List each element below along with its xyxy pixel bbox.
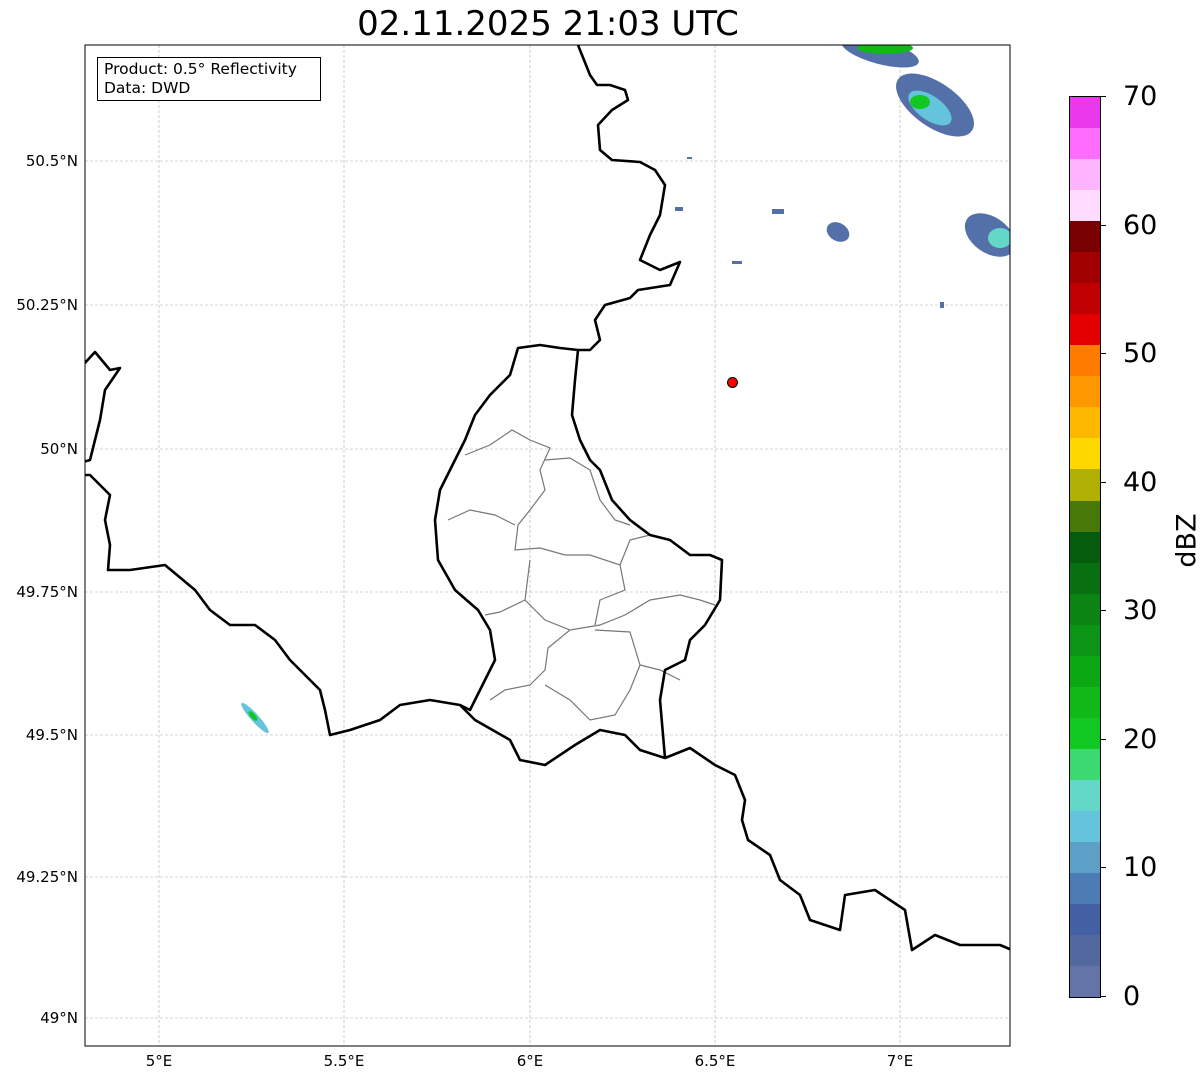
colorbar-bin (1070, 655, 1100, 687)
lon-tick: 6.5°E (694, 1052, 736, 1070)
colorbar-bin (1070, 128, 1100, 160)
colorbar-bin (1070, 97, 1100, 129)
colorbar-tick-label: 0 (1123, 981, 1141, 1012)
colorbar-tick-label: 20 (1123, 723, 1158, 755)
colorbar-bin (1070, 469, 1100, 501)
country-borders (85, 45, 1010, 952)
colorbar-bin (1070, 965, 1100, 997)
colorbar-tick-label: 70 (1123, 81, 1158, 112)
colorbar-tick (1100, 481, 1106, 483)
lon-tick: 5.5°E (323, 1052, 365, 1070)
colorbar-bin (1070, 345, 1100, 377)
site-marker[interactable] (727, 376, 738, 388)
lat-tick: 49.5°N (25, 726, 78, 744)
colorbar-bin (1070, 500, 1100, 532)
colorbar-bin (1070, 779, 1100, 811)
colorbar-tick (1100, 353, 1106, 355)
colorbar-bin (1070, 407, 1100, 439)
colorbar-bin (1070, 717, 1100, 749)
lon-tick: 7°E (886, 1052, 914, 1070)
colorbar-label: dBZ (1171, 513, 1202, 568)
colorbar-tick (1100, 996, 1106, 997)
colorbar-bin (1070, 624, 1100, 656)
colorbar-bin (1070, 810, 1100, 842)
colorbar-tick (1100, 738, 1106, 740)
colorbar-tick (1100, 224, 1106, 226)
colorbar-bin (1070, 283, 1100, 315)
colorbar-bin (1070, 593, 1100, 625)
colorbar-tick-label: 40 (1123, 466, 1158, 498)
gridlines (85, 45, 1010, 1046)
colorbar-bin (1070, 531, 1100, 563)
colorbar-bin (1070, 190, 1100, 222)
lat-tick: 50°N (40, 440, 78, 458)
colorbar-tick (1100, 867, 1106, 869)
colorbar-bin (1070, 872, 1100, 904)
colorbar-bin (1070, 748, 1100, 780)
colorbar-tick-label: 50 (1123, 338, 1158, 370)
radar-map[interactable] (0, 0, 1202, 1081)
map-frame (84, 44, 1011, 1047)
product-label: Product: 0.5° Reflectivity (104, 60, 297, 78)
colorbar-bin (1070, 841, 1100, 873)
colorbar-tick-label: 10 (1123, 852, 1158, 884)
data-source-label: Data: DWD (104, 79, 191, 97)
lat-tick: 50.25°N (16, 296, 78, 314)
lat-tick: 49.75°N (16, 583, 78, 601)
colorbar-tick (1100, 96, 1106, 97)
lon-tick: 6°E (516, 1052, 544, 1070)
colorbar-tick-label: 30 (1123, 595, 1158, 627)
lat-tick: 50.5°N (25, 152, 78, 170)
colorbar (1069, 96, 1101, 998)
colorbar-bin (1070, 159, 1100, 191)
colorbar-bin (1070, 376, 1100, 408)
colorbar-bin (1070, 314, 1100, 346)
colorbar-tick (1100, 610, 1106, 612)
colorbar-tick-label: 60 (1123, 209, 1158, 241)
colorbar-bin (1070, 438, 1100, 470)
colorbar-bin (1070, 686, 1100, 718)
lon-tick: 5°E (145, 1052, 173, 1070)
colorbar-bin (1070, 562, 1100, 594)
colorbar-bin (1070, 252, 1100, 284)
colorbar-bin (1070, 221, 1100, 253)
colorbar-bin (1070, 903, 1100, 935)
info-box: Product: 0.5° Reflectivity Data: DWD (97, 57, 321, 101)
colorbar-bin (1070, 934, 1100, 966)
lat-tick: 49°N (40, 1009, 78, 1027)
radar-echoes (241, 45, 1010, 734)
lat-tick: 49.25°N (16, 868, 78, 886)
